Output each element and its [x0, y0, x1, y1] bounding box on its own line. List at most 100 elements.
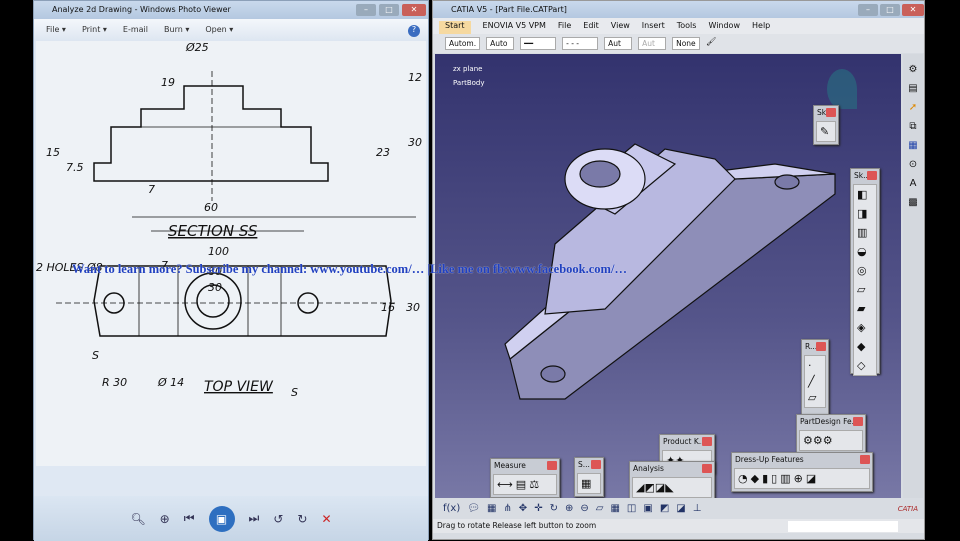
close-icon[interactable] [826, 108, 836, 117]
line-type-select[interactable]: ━━ [520, 37, 557, 50]
loft-icon[interactable]: ◆ [857, 340, 873, 353]
actual-size-icon[interactable]: ⊕ [160, 512, 170, 526]
point-icon[interactable]: · [808, 359, 822, 372]
dress-up-features-toolbox: Dress-Up Features ◔ ◆ ▮ ▯ ▥ ⊕ ◪ [731, 452, 873, 492]
sketch-icon[interactable]: ✎ [816, 121, 836, 142]
multi-view-icon[interactable]: ▦ [610, 503, 619, 514]
shell-icon[interactable]: ▯ [771, 472, 777, 485]
close-icon[interactable] [547, 461, 557, 470]
grid-icon[interactable]: ▦ [908, 140, 917, 151]
surface-icon[interactable]: ▦ [577, 473, 601, 494]
next-icon[interactable]: ⏭ [249, 511, 260, 526]
layer-select[interactable]: Auto [486, 37, 515, 50]
iso-view-icon[interactable]: ◫ [627, 503, 636, 514]
menu-enovia[interactable]: ENOVIA V5 VPM [483, 21, 546, 34]
minimize-button[interactable]: – [356, 4, 376, 16]
painter-icon[interactable]: 🖌 [706, 37, 716, 53]
menu-burn[interactable]: Burn ▾ [164, 25, 189, 41]
constraint-icon[interactable]: ⧉ [909, 121, 916, 132]
pocket-icon[interactable]: ◨ [857, 207, 873, 220]
sketch-tools-icon[interactable]: ▤ [908, 83, 917, 94]
menu-insert[interactable]: Insert [642, 21, 665, 34]
close-icon[interactable] [591, 460, 601, 469]
remove-face-icon[interactable]: ◪ [806, 472, 816, 485]
tree-icon[interactable]: ⋔ [503, 503, 511, 514]
fillet-icon[interactable]: ◔ [738, 472, 748, 485]
thread-icon[interactable]: ⊕ [794, 472, 803, 485]
reference-toolbox: R... · ╱ ▱ [801, 339, 829, 419]
shaft-icon[interactable]: ▥ [857, 226, 873, 239]
table-icon[interactable]: ▦ [487, 503, 496, 514]
rotate-icon[interactable]: ↻ [550, 503, 558, 514]
catia-close-button[interactable]: ✕ [902, 4, 924, 16]
previous-icon[interactable]: ⏮ [184, 511, 195, 526]
menu-print[interactable]: Print ▾ [82, 25, 107, 41]
annotation-icon[interactable]: A [910, 178, 917, 189]
fit-all-icon[interactable]: ✥ [519, 503, 527, 514]
rotate-right-icon[interactable]: ↻ [297, 512, 307, 526]
render-style-icon[interactable]: ▣ [643, 503, 652, 514]
remove-loft-icon[interactable]: ◇ [857, 359, 873, 372]
snap-icon[interactable]: ⊙ [909, 159, 917, 170]
close-button[interactable]: ✕ [402, 4, 426, 16]
maximize-button[interactable]: □ [379, 4, 399, 16]
measure-between-icon[interactable]: ⟷ [497, 478, 513, 491]
layer-filter-select[interactable]: None [672, 37, 701, 50]
catia-minimize-button[interactable]: – [858, 4, 878, 16]
slideshow-icon[interactable]: ▣ [208, 505, 235, 532]
analysis-icons[interactable]: ◢◩◪◣ [632, 477, 712, 498]
zoom-icon[interactable]: 🔍︎ [130, 512, 145, 526]
normal-view-icon[interactable]: ▱ [596, 503, 604, 514]
zoom-in-icon[interactable]: ⊕ [565, 503, 573, 514]
help-icon[interactable]: ? [408, 25, 420, 37]
select-icon[interactable]: ➚ [909, 102, 917, 113]
close-icon[interactable] [702, 464, 712, 473]
color-select[interactable]: Autom. [445, 37, 481, 50]
thickness-icon[interactable]: ▥ [780, 472, 790, 485]
menu-edit[interactable]: Edit [583, 21, 599, 34]
menu-tools[interactable]: Tools [677, 21, 697, 34]
command-input[interactable] [788, 521, 898, 532]
menu-email[interactable]: E-mail [123, 25, 148, 41]
measure-inertia-icon[interactable]: ⚖ [529, 478, 539, 491]
swap-space-icon[interactable]: ◪ [676, 503, 685, 514]
axis-icon[interactable]: ⊥ [693, 503, 702, 514]
compass-icon[interactable] [827, 69, 857, 109]
close-icon[interactable] [853, 417, 863, 426]
close-icon[interactable] [867, 171, 877, 180]
pad-icon[interactable]: ◧ [857, 188, 873, 201]
menu-file[interactable]: File ▾ [46, 25, 66, 41]
menu-open[interactable]: Open ▾ [205, 25, 233, 41]
close-icon[interactable] [702, 437, 712, 446]
chamfer-icon[interactable]: ◆ [751, 472, 759, 485]
rib-icon[interactable]: ▱ [857, 283, 873, 296]
menu-start[interactable]: Start [439, 21, 471, 34]
comment-icon[interactable]: 💬︎ [467, 503, 480, 514]
stiffener-icon[interactable]: ◈ [857, 321, 873, 334]
menu-file[interactable]: File [558, 21, 571, 34]
draft-icon[interactable]: ▮ [762, 472, 768, 485]
formula-icon[interactable]: f(x) [443, 503, 460, 514]
groove-icon[interactable]: ◒ [857, 245, 873, 258]
plane-icon[interactable]: ▱ [808, 391, 822, 404]
slot-icon[interactable]: ▰ [857, 302, 873, 315]
close-icon[interactable] [816, 342, 826, 351]
menu-help[interactable]: Help [752, 21, 770, 34]
delete-icon[interactable]: ✕ [321, 512, 331, 526]
apply-material-icon[interactable]: ▩ [908, 197, 917, 208]
menu-view[interactable]: View [611, 21, 630, 34]
pan-icon[interactable]: ✛ [534, 503, 542, 514]
line-icon[interactable]: ╱ [808, 375, 822, 388]
rotate-left-icon[interactable]: ↺ [273, 512, 283, 526]
measure-item-icon[interactable]: ▤ [516, 478, 526, 491]
dash-select[interactable]: - - - [562, 37, 599, 50]
hide-show-icon[interactable]: ◩ [660, 503, 669, 514]
partdesign-icons[interactable]: ⚙⚙⚙ [799, 430, 863, 451]
gear-icon[interactable]: ⚙ [909, 64, 918, 75]
lineweight-select[interactable]: Aut [604, 37, 633, 50]
zoom-out-icon[interactable]: ⊖ [580, 503, 588, 514]
catia-maximize-button[interactable]: □ [880, 4, 900, 16]
menu-window[interactable]: Window [708, 21, 740, 34]
close-icon[interactable] [860, 455, 870, 464]
linetype-select[interactable]: Aut [638, 37, 667, 50]
